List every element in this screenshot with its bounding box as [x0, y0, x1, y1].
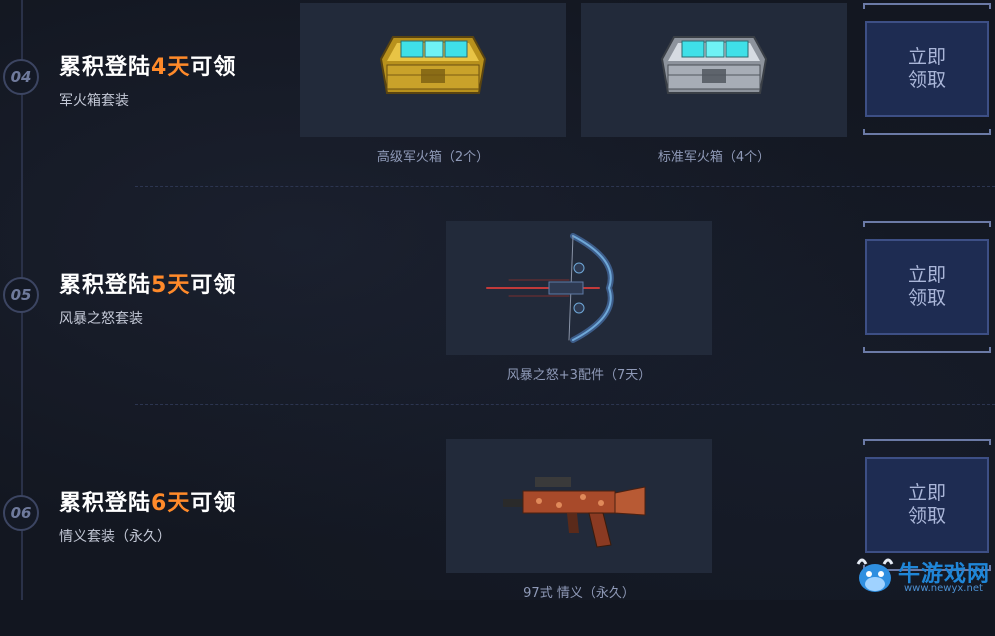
claim-button[interactable]: 立即 领取 [865, 457, 989, 553]
claim-frame-top [863, 439, 991, 445]
claim-label-line2: 领取 [907, 69, 946, 91]
claim-button-group: 立即 领取 [863, 3, 991, 135]
reward-title: 累积登陆6天可领 [59, 485, 236, 517]
claim-button[interactable]: 立即 领取 [865, 21, 989, 117]
title-prefix: 累积登陆 [59, 273, 152, 298]
claim-label-line2: 领取 [907, 287, 946, 309]
gold-crate-icon [379, 36, 487, 94]
title-day: 4天 [151, 55, 191, 80]
reward-title: 累积登陆5天可领 [59, 267, 236, 299]
reward-subtitle: 情义套装（永久） [59, 529, 171, 545]
step-number: 05 [10, 286, 32, 304]
step-number: 04 [10, 68, 32, 86]
reward-row-day5: 05 累积登陆5天可领 风暴之怒套装 风暴之怒+3配件（7天） 立即 领取 [0, 218, 995, 418]
step-number: 06 [10, 504, 32, 522]
rifle-icon [503, 477, 646, 548]
crossbow-icon [486, 233, 614, 343]
title-day: 5天 [151, 273, 191, 298]
row-divider [135, 404, 995, 405]
cow-mascot-icon [856, 558, 894, 592]
step-number-circle: 06 [3, 495, 39, 531]
claim-label-line1: 立即 [907, 46, 946, 68]
claim-label-line1: 立即 [907, 264, 946, 286]
step-number-circle: 05 [3, 277, 39, 313]
reward-item-card [446, 439, 712, 573]
title-prefix: 累积登陆 [59, 55, 152, 80]
watermark-url: www.newyx.net [904, 583, 983, 594]
claim-frame-top [863, 221, 991, 227]
reward-subtitle: 军火箱套装 [59, 93, 129, 109]
claim-button[interactable]: 立即 领取 [865, 239, 989, 335]
step-number-circle: 04 [3, 59, 39, 95]
claim-frame-bottom [863, 129, 991, 135]
row-divider [135, 186, 995, 187]
claim-label-line2: 领取 [907, 505, 946, 527]
silver-crate-icon [660, 36, 768, 94]
reward-subtitle: 风暴之怒套装 [59, 311, 143, 327]
reward-item-caption: 风暴之怒+3配件（7天） [506, 368, 652, 383]
reward-item-caption: 97式 情义（永久） [523, 586, 635, 601]
title-suffix: 可领 [190, 491, 237, 516]
title-suffix: 可领 [190, 55, 237, 80]
reward-row-day6: 06 累积登陆6天可领 情义套装（永久） 97式 情义（永久） 立即 领取 [0, 436, 995, 636]
claim-frame-top [863, 3, 991, 9]
reward-item-caption: 高级军火箱（2个） [376, 150, 490, 165]
reward-item-caption: 标准军火箱（4个） [657, 150, 771, 165]
claim-label-line1: 立即 [907, 482, 946, 504]
claim-frame-bottom [863, 347, 991, 353]
reward-row-day4: 04 累积登陆4天可领 军火箱套装 高级军火箱（2个） 标准军火箱（4个） 立即… [0, 0, 995, 200]
title-suffix: 可领 [190, 273, 237, 298]
watermark: 牛游戏网 www.newyx.net [852, 552, 995, 600]
reward-title: 累积登陆4天可领 [59, 49, 236, 81]
title-day: 6天 [151, 491, 191, 516]
claim-button-group: 立即 领取 [863, 221, 991, 353]
title-prefix: 累积登陆 [59, 491, 152, 516]
reward-item-card [581, 3, 847, 137]
reward-item-card [300, 3, 566, 137]
reward-item-card [446, 221, 712, 355]
